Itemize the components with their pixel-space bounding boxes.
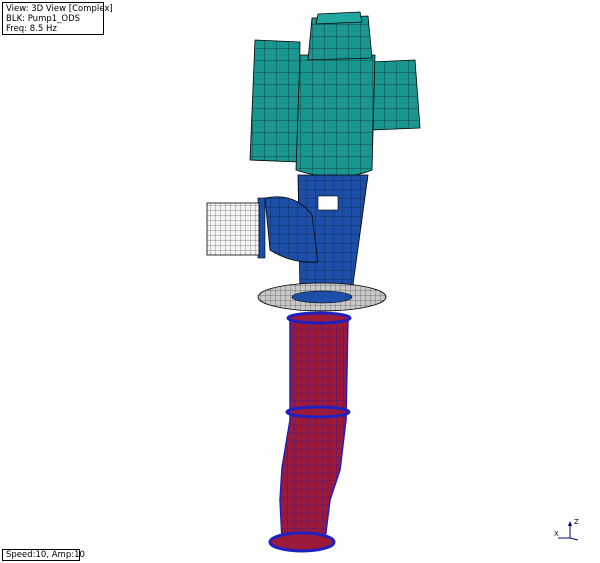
3d-viewport[interactable]: View: 3D View [Complex] BLK: Pump1_ODS F…	[0, 0, 600, 563]
triad-z-label: Z	[574, 518, 579, 526]
discharge-head[interactable]	[257, 174, 369, 293]
freq-label: Freq: 8.5 Hz	[6, 24, 57, 34]
view-info-panel: View: 3D View [Complex] BLK: Pump1_ODS F…	[2, 2, 113, 35]
animation-status: Speed:10, Amp:10	[2, 549, 85, 561]
base-plate[interactable]	[257, 282, 387, 312]
blk-label: BLK: Pump1_ODS	[6, 14, 81, 24]
triad-x-label: X	[554, 530, 559, 538]
view-label: View: 3D View [Complex]	[6, 4, 113, 14]
motor-assembly[interactable]	[249, 11, 421, 178]
column-pipe[interactable]	[268, 311, 352, 553]
nozzle-grid[interactable]	[206, 202, 260, 256]
axis-triad-icon: Z X	[554, 518, 579, 541]
pump-model-render[interactable]	[0, 0, 600, 563]
